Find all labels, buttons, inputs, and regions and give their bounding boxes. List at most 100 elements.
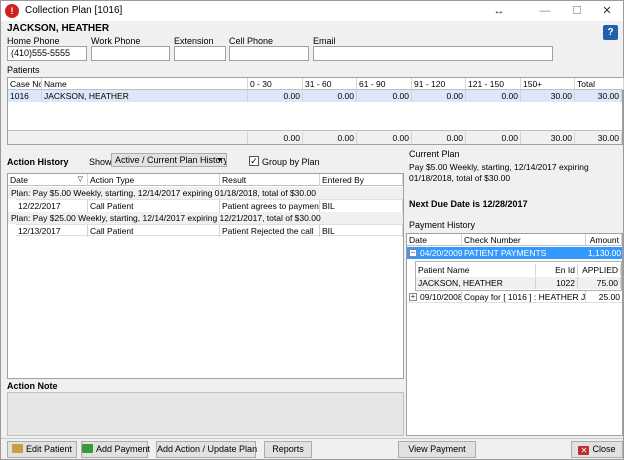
cell-en-id: 1022	[536, 277, 578, 289]
group-by-plan-checkbox[interactable]: ✓	[249, 156, 259, 166]
help-icon[interactable]: ?	[603, 25, 618, 40]
close-window-button[interactable]: ✕	[593, 2, 621, 20]
home-phone-label: Home Phone	[7, 36, 60, 46]
col-header-date-label: Date	[10, 175, 28, 185]
cell-applied: 75.00	[578, 277, 621, 289]
col-header-name[interactable]: Name	[42, 78, 248, 90]
show-select[interactable]: Active / Current Plan History ▼	[111, 153, 227, 167]
current-plan-text: Pay $5.00 Weekly, starting, 12/14/2017 e…	[409, 162, 589, 183]
action-note-field[interactable]	[7, 392, 404, 436]
action-note-label: Action Note	[7, 381, 58, 391]
total-91-120: 0.00	[412, 132, 466, 144]
cell-phone-field[interactable]	[229, 46, 309, 61]
cell-action-type: Call Patient	[88, 225, 220, 237]
table-row[interactable]: 1016 JACKSON, HEATHER 0.00 0.00 0.00 0.0…	[8, 90, 622, 102]
cell-phone-label: Cell Phone	[229, 36, 274, 46]
email-field[interactable]	[313, 46, 553, 61]
edit-patient-icon	[11, 444, 23, 453]
col-header-en-id[interactable]: En Id	[536, 264, 578, 276]
table-row[interactable]: 12/13/2017 Call Patient Patient Rejected…	[16, 224, 403, 237]
col-header-31-60[interactable]: 31 - 60	[303, 78, 357, 90]
group-by-plan-label: Group by Plan	[262, 157, 320, 167]
col-header-result[interactable]: Result	[220, 174, 320, 186]
table-row[interactable]: + 09/10/2008 Copay for [ 1016 ] : HEATHE…	[407, 291, 622, 303]
col-header-entered-by[interactable]: Entered By	[320, 174, 403, 186]
table-row[interactable]: JACKSON, HEATHER 1022 75.00	[416, 277, 621, 289]
extension-field[interactable]	[174, 46, 226, 61]
cell-date: 04/20/2009	[420, 248, 462, 258]
col-header-amount[interactable]: Amount	[586, 234, 622, 246]
cell-result: Patient Rejected the call	[220, 225, 320, 237]
expand-icon[interactable]: +	[409, 293, 417, 301]
sort-icon: ▽	[77, 176, 83, 183]
table-row[interactable]: − 04/20/2009 PATIENT PAYMENTS 1,130.00	[407, 247, 622, 259]
home-phone-field[interactable]: (410)555-5555	[7, 46, 87, 61]
minimize-button[interactable]: —	[531, 2, 559, 20]
reports-button[interactable]: Reports	[264, 441, 312, 458]
plan-group-header[interactable]: Plan: Pay $5.00 Weekly, starting, 12/14/…	[8, 187, 403, 199]
col-header-check-number[interactable]: Check Number	[462, 234, 586, 246]
col-header-date[interactable]: Date	[407, 234, 462, 246]
app-icon: !	[5, 4, 19, 18]
work-phone-field[interactable]	[91, 46, 170, 61]
col-header-action-type[interactable]: Action Type	[88, 174, 220, 186]
edit-patient-label: Edit Patient	[25, 444, 73, 454]
table-row[interactable]: 12/22/2017 Call Patient Patient agrees t…	[16, 199, 403, 212]
action-history-grid[interactable]: Date ▽ Action Type Result Entered By Pla…	[7, 173, 404, 379]
col-header-121-150[interactable]: 121 - 150	[466, 78, 521, 90]
patient-name: JACKSON, HEATHER	[7, 23, 110, 34]
cell-case-no: 1016	[8, 90, 42, 102]
cell-150-plus: 30.00	[521, 90, 575, 102]
divider	[1, 438, 623, 439]
collapse-icon[interactable]: −	[409, 249, 417, 257]
payment-detail-grid[interactable]: Patient Name En Id APPLIED JACKSON, HEAT…	[415, 261, 622, 291]
col-header-applied[interactable]: APPLIED	[578, 264, 621, 276]
col-header-case-no[interactable]: Case No	[8, 78, 42, 90]
col-header-91-120[interactable]: 91 - 120	[412, 78, 466, 90]
current-plan-label: Current Plan	[409, 149, 460, 159]
cell-entered-by: BIL	[320, 225, 403, 237]
money-icon	[82, 444, 93, 453]
col-header-0-30[interactable]: 0 - 30	[248, 78, 303, 90]
col-header-patient-name[interactable]: Patient Name	[416, 264, 536, 276]
total-31-60: 0.00	[303, 132, 357, 144]
close-icon: ✕	[578, 446, 590, 455]
add-payment-button[interactable]: Add Payment	[81, 441, 151, 458]
total-0-30: 0.00	[248, 132, 303, 144]
maximize-button[interactable]: ☐	[563, 2, 591, 20]
work-phone-label: Work Phone	[91, 36, 141, 46]
total-61-90: 0.00	[357, 132, 412, 144]
plan-group-header[interactable]: Plan: Pay $25.00 Weekly, starting, 12/14…	[8, 212, 403, 224]
title-bar: ! Collection Plan [1016] ↔ — ☐ ✕	[1, 1, 623, 21]
cell-entered-by: BIL	[320, 200, 403, 212]
chevron-down-icon: ▼	[216, 157, 223, 164]
patients-grid[interactable]: Case No Name 0 - 30 31 - 60 61 - 90 91 -…	[7, 77, 624, 145]
cell-check-number: PATIENT PAYMENTS	[464, 248, 547, 258]
email-label: Email	[313, 36, 336, 46]
edit-patient-button[interactable]: Edit Patient	[7, 441, 77, 458]
window-title: Collection Plan [1016]	[25, 5, 123, 16]
col-header-total[interactable]: Total	[575, 78, 624, 90]
col-header-date[interactable]: Date ▽	[8, 174, 88, 186]
action-history-label: Action History	[7, 157, 69, 167]
cell-amount: 25.00	[598, 292, 620, 302]
close-button[interactable]: ✕ Close	[571, 441, 623, 458]
collection-plan-window: ! Collection Plan [1016] ↔ — ☐ ✕ JACKSON…	[0, 0, 624, 460]
cell-action-type: Call Patient	[88, 200, 220, 212]
cell-121-150: 0.00	[466, 90, 521, 102]
add-payment-label: Add Payment	[96, 444, 151, 454]
cell-result: Patient agrees to payment pl	[222, 200, 320, 212]
totals-spacer	[8, 132, 248, 144]
cell-amount: 1,130.00	[588, 248, 622, 258]
close-label: Close	[592, 444, 616, 454]
resize-icon[interactable]: ↔	[485, 2, 513, 20]
cell-date: 09/10/2008	[420, 291, 462, 303]
cell-patient-name: JACKSON, HEATHER	[416, 277, 536, 289]
view-payment-button[interactable]: View Payment	[398, 441, 476, 458]
payment-history-grid[interactable]: Date Check Number Amount − 04/20/2009 PA…	[406, 233, 623, 436]
col-header-150-plus[interactable]: 150+	[521, 78, 575, 90]
patients-label: Patients	[7, 65, 40, 75]
col-header-61-90[interactable]: 61 - 90	[357, 78, 412, 90]
cell-date: 12/13/2017	[16, 225, 88, 237]
add-action-button[interactable]: Add Action / Update Plan	[156, 441, 257, 458]
